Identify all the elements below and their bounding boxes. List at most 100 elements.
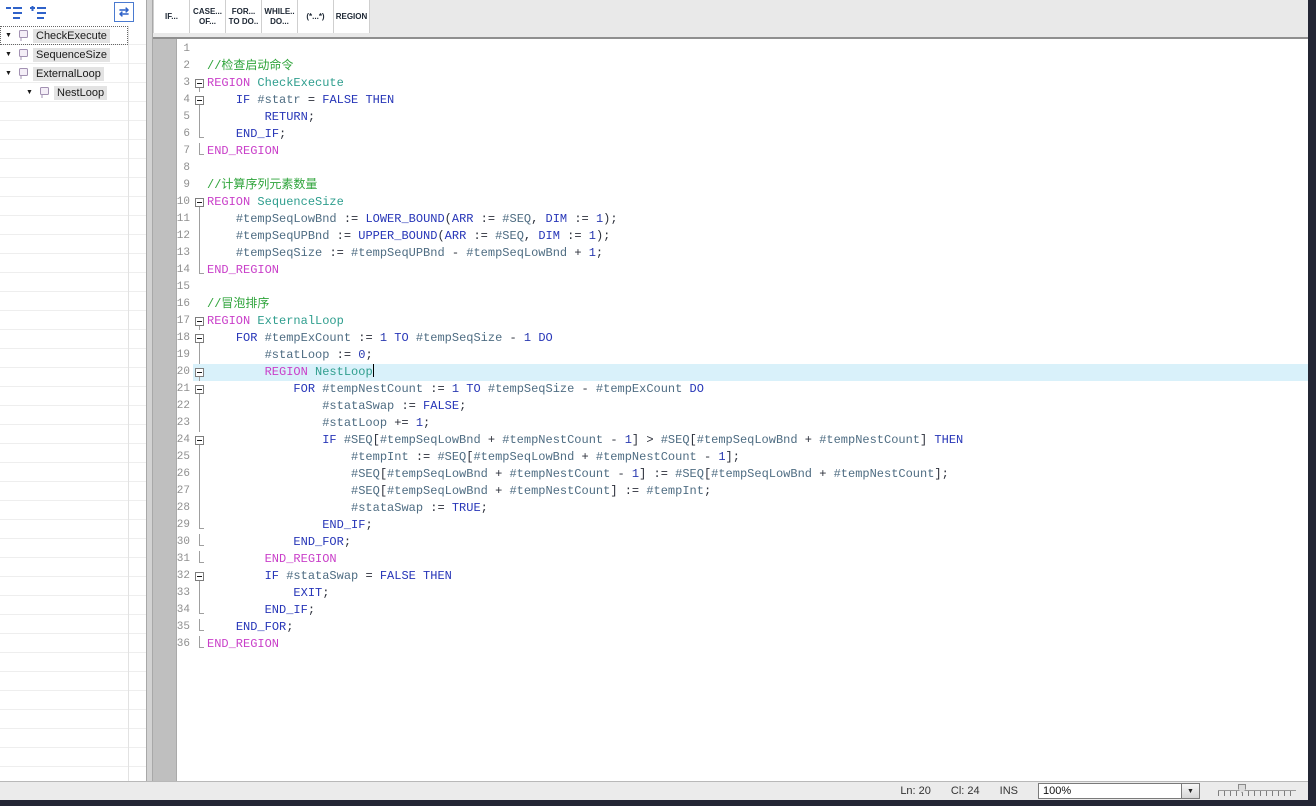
scl-editor-window: ⇄ ▼CheckExecute▼SequenceSize▼ExternalLoo… xyxy=(0,0,1316,806)
code-editor[interactable]: 12//检查启动命令3REGION CheckExecute4 IF #stat… xyxy=(153,39,1308,782)
line-number: 10 xyxy=(153,194,193,211)
code-line-6[interactable]: 6 END_IF; xyxy=(153,126,1308,143)
fold-collapse-icon[interactable] xyxy=(193,194,207,211)
insert-for-button[interactable]: FOR...TO DO.. xyxy=(226,0,262,33)
code-line-22[interactable]: 22 #stataSwap := FALSE; xyxy=(153,398,1308,415)
line-number: 24 xyxy=(153,432,193,449)
text-cursor xyxy=(373,364,374,377)
expand-triangle-icon[interactable]: ▼ xyxy=(5,51,16,58)
code-line-35[interactable]: 35 END_FOR; xyxy=(153,619,1308,636)
code-line-26[interactable]: 26 #SEQ[#tempSeqLowBnd + #tempNestCount … xyxy=(153,466,1308,483)
code-line-21[interactable]: 21 FOR #tempNestCount := 1 TO #tempSeqSi… xyxy=(153,381,1308,398)
panel-splitter[interactable] xyxy=(146,0,153,782)
expand-triangle-icon[interactable]: ▼ xyxy=(5,32,16,39)
code-text: #tempInt := #SEQ[#tempSeqLowBnd + #tempN… xyxy=(207,449,1308,466)
status-insert-mode: INS xyxy=(1000,785,1018,797)
code-text: //检查启动命令 xyxy=(207,58,1308,75)
code-line-9[interactable]: 9//计算序列元素数量 xyxy=(153,177,1308,194)
window-bottom-edge xyxy=(0,800,1316,806)
code-text: #stataSwap := TRUE; xyxy=(207,500,1308,517)
tree-item-label: ExternalLoop xyxy=(33,67,104,81)
line-number: 8 xyxy=(153,160,193,177)
insert-if-button[interactable]: IF... xyxy=(153,0,190,33)
fold-gutter xyxy=(193,126,207,143)
line-number: 4 xyxy=(153,92,193,109)
fold-collapse-icon[interactable] xyxy=(193,330,207,347)
fold-gutter xyxy=(193,262,207,279)
code-line-14[interactable]: 14 END_REGION xyxy=(153,262,1308,279)
code-line-34[interactable]: 34 END_IF; xyxy=(153,602,1308,619)
insert-comment-button[interactable]: (*...*) xyxy=(298,0,334,33)
zoom-slider[interactable] xyxy=(1218,784,1296,798)
expand-triangle-icon[interactable]: ▼ xyxy=(5,70,16,77)
line-number: 3 xyxy=(153,75,193,92)
fold-collapse-icon[interactable] xyxy=(193,313,207,330)
line-number: 19 xyxy=(153,347,193,364)
code-text: END_REGION xyxy=(207,262,1308,279)
fold-gutter xyxy=(193,160,207,177)
fold-collapse-icon[interactable] xyxy=(193,432,207,449)
code-line-16[interactable]: 16//冒泡排序 xyxy=(153,296,1308,313)
code-line-31[interactable]: 31 END_REGION xyxy=(153,551,1308,568)
fold-gutter xyxy=(193,483,207,500)
fold-collapse-icon[interactable] xyxy=(193,381,207,398)
expand-triangle-icon[interactable]: ▼ xyxy=(26,89,37,96)
code-line-19[interactable]: 19 #statLoop := 0; xyxy=(153,347,1308,364)
code-line-36[interactable]: 36END_REGION xyxy=(153,636,1308,653)
tree-item-ExternalLoop[interactable]: ▼ ExternalLoop xyxy=(0,64,128,83)
tree-item-CheckExecute[interactable]: ▼CheckExecute xyxy=(0,26,128,45)
code-line-2[interactable]: 2//检查启动命令 xyxy=(153,58,1308,75)
code-line-12[interactable]: 12 #tempSeqUPBnd := UPPER_BOUND(ARR := #… xyxy=(153,228,1308,245)
region-block-icon xyxy=(17,67,30,80)
code-text: REGION SequenceSize xyxy=(207,194,1308,211)
code-text: END_IF; xyxy=(207,517,1308,534)
code-text: IF #SEQ[#tempSeqLowBnd + #tempNestCount … xyxy=(207,432,1308,449)
code-line-25[interactable]: 25 #tempInt := #SEQ[#tempSeqLowBnd + #te… xyxy=(153,449,1308,466)
region-block-icon xyxy=(38,86,51,99)
code-line-27[interactable]: 27 #SEQ[#tempSeqLowBnd + #tempNestCount]… xyxy=(153,483,1308,500)
chevron-down-icon[interactable]: ▼ xyxy=(1181,784,1199,798)
fold-gutter xyxy=(193,228,207,245)
code-line-13[interactable]: 13 #tempSeqSize := #tempSeqUPBnd - #temp… xyxy=(153,245,1308,262)
status-line-indicator: Ln: 20 xyxy=(900,785,931,797)
fold-collapse-icon[interactable] xyxy=(193,75,207,92)
insert-while-button[interactable]: WHILE..DO... xyxy=(262,0,298,33)
code-line-10[interactable]: 10 REGION SequenceSize xyxy=(153,194,1308,211)
fold-collapse-icon[interactable] xyxy=(193,568,207,585)
code-line-4[interactable]: 4 IF #statr = FALSE THEN xyxy=(153,92,1308,109)
code-line-7[interactable]: 7END_REGION xyxy=(153,143,1308,160)
fold-collapse-icon[interactable] xyxy=(193,92,207,109)
fold-collapse-icon[interactable] xyxy=(193,364,207,381)
code-line-20[interactable]: 20 REGION NestLoop xyxy=(153,364,1308,381)
line-number: 6 xyxy=(153,126,193,143)
collapse-all-icon[interactable] xyxy=(4,4,24,22)
tree-item-NestLoop[interactable]: ▼NestLoop xyxy=(0,83,128,102)
fold-gutter xyxy=(193,41,207,58)
insert-case-button[interactable]: CASE...OF... xyxy=(190,0,226,33)
line-number: 14 xyxy=(153,262,193,279)
zoom-combobox[interactable]: 100% ▼ xyxy=(1038,783,1200,799)
code-line-33[interactable]: 33 EXIT; xyxy=(153,585,1308,602)
code-line-1[interactable]: 1 xyxy=(153,41,1308,58)
code-line-24[interactable]: 24 IF #SEQ[#tempSeqLowBnd + #tempNestCou… xyxy=(153,432,1308,449)
code-line-30[interactable]: 30 END_FOR; xyxy=(153,534,1308,551)
code-line-8[interactable]: 8 xyxy=(153,160,1308,177)
code-line-23[interactable]: 23 #statLoop += 1; xyxy=(153,415,1308,432)
code-line-17[interactable]: 17REGION ExternalLoop xyxy=(153,313,1308,330)
code-line-3[interactable]: 3REGION CheckExecute xyxy=(153,75,1308,92)
code-line-28[interactable]: 28 #stataSwap := TRUE; xyxy=(153,500,1308,517)
code-lines: 12//检查启动命令3REGION CheckExecute4 IF #stat… xyxy=(153,41,1308,653)
code-line-29[interactable]: 29 END_IF; xyxy=(153,517,1308,534)
insert-region-button[interactable]: REGION xyxy=(334,0,370,33)
code-line-18[interactable]: 18 FOR #tempExCount := 1 TO #tempSeqSize… xyxy=(153,330,1308,347)
code-line-15[interactable]: 15 xyxy=(153,279,1308,296)
sync-navigation-button[interactable]: ⇄ xyxy=(114,2,134,22)
editor-panel: IF...CASE...OF...FOR...TO DO..WHILE..DO.… xyxy=(153,0,1308,782)
tree-item-SequenceSize[interactable]: ▼SequenceSize xyxy=(0,45,128,64)
code-text: END_REGION xyxy=(207,143,1308,160)
code-line-11[interactable]: 11 #tempSeqLowBnd := LOWER_BOUND(ARR := … xyxy=(153,211,1308,228)
code-line-32[interactable]: 32 IF #stataSwap = FALSE THEN xyxy=(153,568,1308,585)
expand-all-icon[interactable] xyxy=(28,4,48,22)
code-text: END_REGION xyxy=(207,551,1308,568)
code-line-5[interactable]: 5 RETURN; xyxy=(153,109,1308,126)
